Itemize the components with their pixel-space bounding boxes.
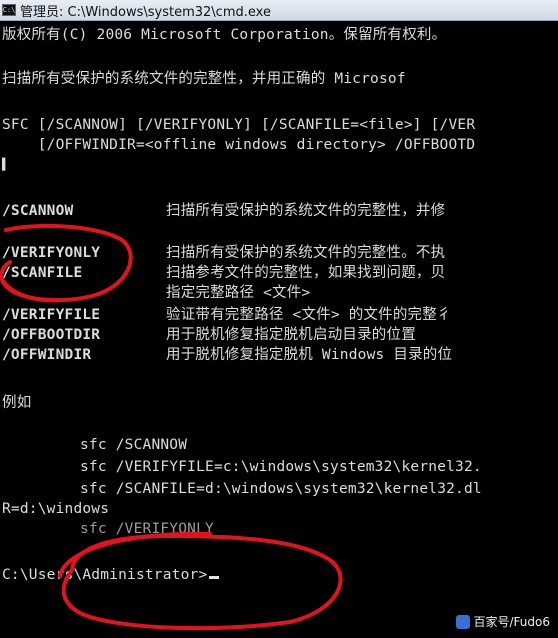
- console-line: ▌: [2, 158, 9, 171]
- console-line: [/OFFWINDIR=<offline windows directory> …: [2, 137, 476, 153]
- option-verifyonly: /VERIFYONLY: [2, 245, 101, 261]
- example-line: sfc /VERIFYFILE=c:\windows\system32\kern…: [80, 459, 482, 475]
- option-desc: 扫描所有受保护的系统文件的完整性。不执: [166, 245, 446, 261]
- option-desc: 验证带有完整路径 <文件> 的文件的完整彳: [166, 307, 452, 323]
- text-cursor: [209, 576, 220, 579]
- example-heading: 例如: [2, 395, 32, 411]
- window-title: 管理员: C:\Windows\system32\cmd.exe: [20, 4, 271, 20]
- example-line: sfc /VERIFYONLY: [80, 521, 214, 537]
- option-desc: 扫描所有受保护的系统文件的完整性，并修: [166, 203, 446, 219]
- option-offbootdir: /OFFBOOTDIR: [2, 327, 101, 343]
- option-scannow: /SCANNOW: [2, 203, 74, 219]
- option-offwindir: /OFFWINDIR: [2, 347, 92, 363]
- console-line: 版权所有(C) 2006 Microsoft Corporation。保留所有权…: [2, 27, 447, 43]
- option-verifyfile: /VERIFYFILE: [2, 307, 101, 323]
- option-scanfile: /SCANFILE: [2, 265, 83, 281]
- option-desc: 扫描参考文件的完整性，如果找到问题，贝: [166, 265, 446, 281]
- example-line: sfc /SCANNOW: [80, 437, 188, 453]
- watermark: 百家号/Fudo6: [455, 613, 551, 630]
- prompt-path: C:\Users\Administrator>: [2, 567, 208, 583]
- watermark-text: 百家号/Fudo6: [473, 615, 551, 629]
- window-titlebar[interactable]: C:\ 管理员: C:\Windows\system32\cmd.exe: [0, 0, 558, 21]
- example-line: R=d:\windows: [2, 501, 110, 517]
- option-desc: 用于脱机修复指定脱机 Windows 目录的位: [166, 347, 453, 363]
- example-line: sfc /SCANFILE=d:\windows\system32\kernel…: [80, 481, 482, 497]
- console-line: 扫描所有受保护的系统文件的完整性，并用正确的 Microsof: [2, 71, 406, 87]
- console-line: SFC [/SCANNOW] [/VERIFYONLY] [/SCANFILE=…: [2, 117, 476, 133]
- console-output[interactable]: 版权所有(C) 2006 Microsoft Corporation。保留所有权…: [0, 22, 558, 638]
- command-prompt[interactable]: C:\Users\Administrator>: [2, 566, 220, 584]
- option-desc: 用于脱机修复指定脱机启动目录的位置: [166, 327, 416, 343]
- cmd-icon: C:\: [2, 4, 16, 16]
- option-desc: 指定完整路径 <文件>: [166, 285, 311, 301]
- baijiahao-logo-icon: [455, 614, 470, 629]
